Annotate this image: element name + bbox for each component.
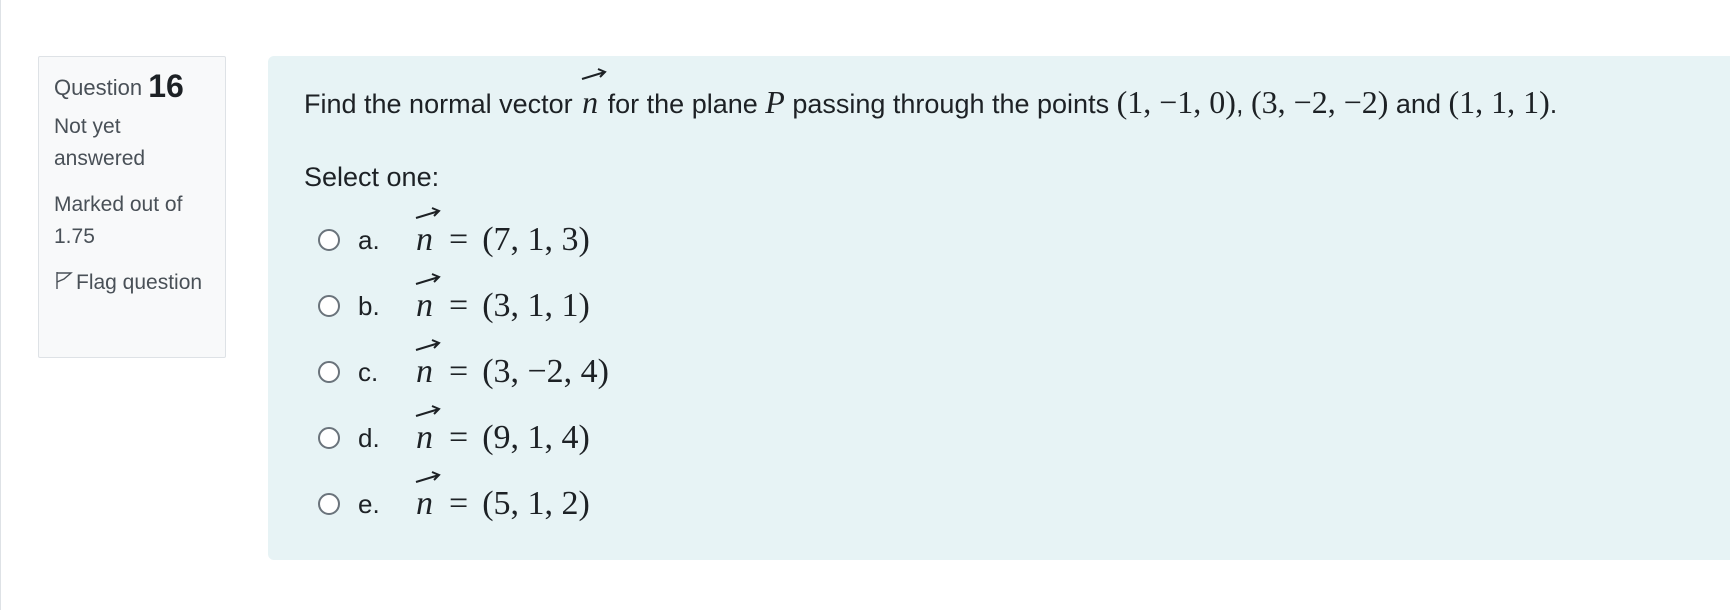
option-letter: a. [358, 224, 380, 255]
page-left-border [0, 0, 1, 610]
equals-sign: = [449, 287, 469, 324]
question-number-value: 16 [148, 68, 184, 104]
option-letter: d. [358, 422, 380, 453]
answer-option-a[interactable]: a. n = (7, 1, 3) [304, 207, 1730, 273]
equals-sign: = [449, 353, 469, 390]
select-one-prompt: Select one: [304, 162, 440, 192]
question-text-part: for the plane [607, 89, 758, 119]
vector-symbol: n [414, 471, 441, 523]
answer-option-d[interactable]: d. n = (9, 1, 4) [304, 405, 1730, 471]
vector-symbol: n [414, 405, 441, 457]
vector-letter: n [416, 221, 433, 258]
point-1: (1, −1, 0) [1116, 84, 1236, 120]
radio-button-b[interactable] [318, 295, 340, 317]
vector-arrow-icon [415, 207, 441, 219]
radio-button-c[interactable] [318, 361, 340, 383]
question-grade: Marked out of 1.75 [54, 193, 183, 248]
equals-sign: = [449, 485, 469, 522]
vector-arrow-icon [415, 339, 441, 351]
point-3: (1, 1, 1) [1448, 84, 1550, 120]
vector-letter: n [416, 353, 433, 390]
separator: , [1235, 89, 1244, 119]
flag-question-link[interactable]: Flag question [54, 267, 210, 299]
vector-arrow-icon [581, 68, 607, 80]
answer-option-c[interactable]: c. n = (3, −2, 4) [304, 339, 1730, 405]
answer-option-b[interactable]: b. n = (3, 1, 1) [304, 273, 1730, 339]
answer-options: a. n = (7, 1, 3) b. n = (3, 1, 1) c. n =… [304, 207, 1730, 537]
question-state: Not yet answered [54, 115, 146, 170]
option-value: (5, 1, 2) [482, 485, 590, 522]
question-text-part: and [1395, 89, 1441, 119]
equals-sign: = [449, 419, 469, 456]
option-letter: e. [358, 488, 380, 519]
period: . [1549, 89, 1558, 119]
vector-symbol: n [414, 273, 441, 325]
vector-arrow-icon [415, 471, 441, 483]
question-info-panel: Question 16 Not yet answered Marked out … [38, 56, 226, 358]
radio-button-a[interactable] [318, 229, 340, 251]
question-content: Find the normal vector n for the plane P… [268, 56, 1730, 560]
point-2: (3, −2, −2) [1250, 84, 1389, 120]
vector-letter: n [416, 287, 433, 324]
option-value: (9, 1, 4) [482, 419, 590, 456]
radio-button-e[interactable] [318, 493, 340, 515]
vector-symbol: n [414, 339, 441, 391]
radio-button-d[interactable] [318, 427, 340, 449]
option-value: (7, 1, 3) [482, 221, 590, 258]
question-text: Find the normal vector n for the plane P… [304, 68, 1730, 124]
flag-question-label: Flag question [76, 271, 203, 294]
option-value: (3, 1, 1) [482, 287, 590, 324]
vector-letter: n [416, 419, 433, 456]
plane-symbol: P [765, 84, 785, 120]
vector-letter: n [416, 485, 433, 522]
flag-icon [56, 272, 73, 289]
normal-vector-symbol: n [580, 68, 607, 122]
vector-letter: n [582, 84, 599, 120]
vector-arrow-icon [415, 405, 441, 417]
equals-sign: = [449, 221, 469, 258]
vector-arrow-icon [415, 273, 441, 285]
answer-option-e[interactable]: e. n = (5, 1, 2) [304, 471, 1730, 537]
option-value: (3, −2, 4) [482, 353, 610, 390]
question-number: Question 16 [54, 68, 210, 104]
question-text-part: passing through the points [792, 89, 1110, 119]
question-label: Question [54, 75, 143, 100]
option-letter: c. [358, 356, 379, 387]
option-letter: b. [358, 290, 380, 321]
question-text-part: Find the normal vector [304, 89, 573, 119]
vector-symbol: n [414, 207, 441, 259]
